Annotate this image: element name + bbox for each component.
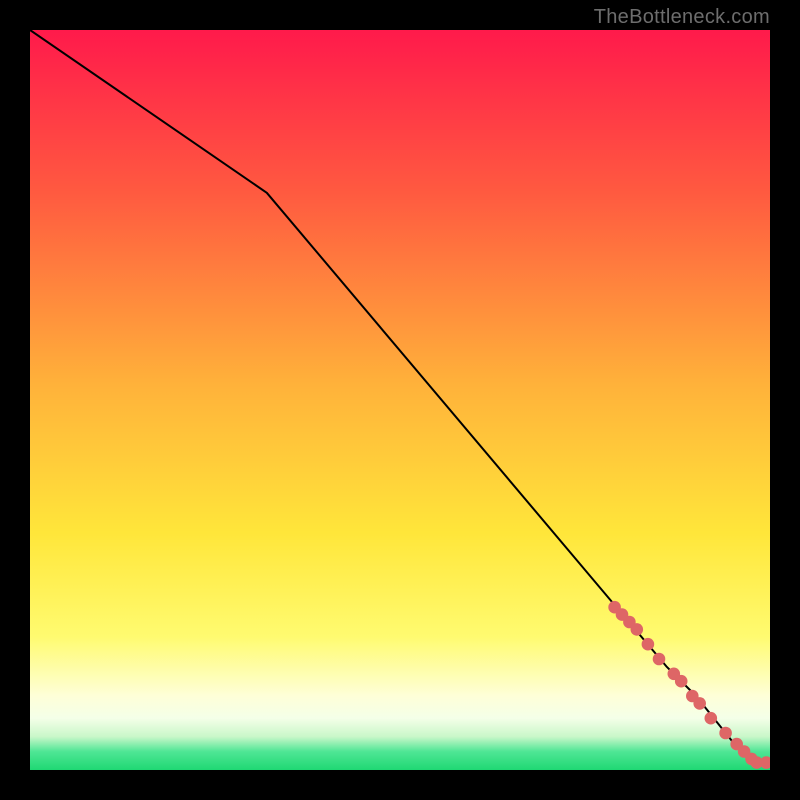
marker-dot <box>760 756 770 769</box>
chart-frame: TheBottleneck.com <box>0 0 800 800</box>
marker-dot <box>642 638 655 651</box>
marker-dot <box>705 712 718 725</box>
watermark-text: TheBottleneck.com <box>594 6 770 29</box>
marker-dot <box>719 727 732 740</box>
main-line <box>30 30 770 763</box>
chart-svg <box>30 30 770 770</box>
plot-area <box>30 30 770 770</box>
marker-group <box>608 601 770 769</box>
marker-dot <box>693 697 706 710</box>
marker-dot <box>675 675 688 688</box>
marker-dot <box>653 653 666 666</box>
marker-dot <box>631 623 644 636</box>
